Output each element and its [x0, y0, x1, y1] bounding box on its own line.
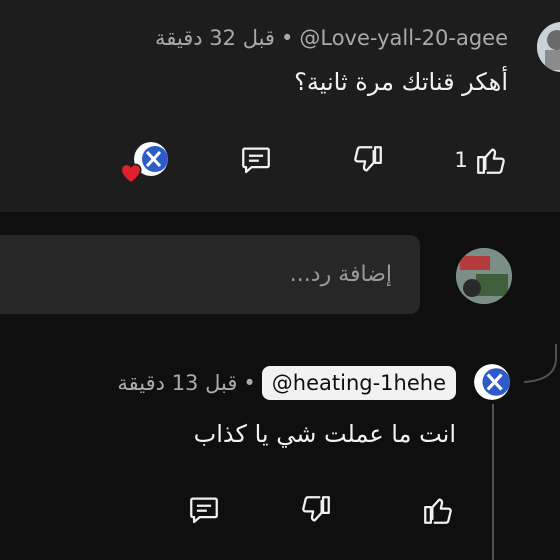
reply-input[interactable]: إضافة رد...	[0, 235, 420, 314]
like-icon	[424, 498, 452, 524]
current-user-avatar-image	[456, 248, 512, 304]
comment-author[interactable]: @Love-yall-20-agee	[299, 26, 508, 50]
mention-chip[interactable]: @heating-1hehe	[261, 366, 456, 400]
reply-avatar-image	[474, 364, 510, 400]
dislike-button[interactable]	[348, 140, 388, 180]
comment-time: قبل 32 دقيقة	[154, 26, 275, 50]
reply-icon	[242, 147, 270, 174]
thread-line	[492, 404, 494, 560]
current-user-avatar	[456, 248, 512, 304]
reply-button[interactable]	[236, 140, 276, 180]
reply-avatar[interactable]	[474, 364, 510, 400]
creator-heart-icon	[120, 163, 142, 184]
reply-meta: قبل 13 دقيقة • @heating-1hehe	[117, 366, 456, 400]
like-icon	[476, 148, 505, 174]
comment-text: أهكر قناتك مرة ثانية؟	[294, 68, 508, 96]
reply-dislike-button[interactable]	[296, 490, 336, 530]
like-count: 1	[454, 148, 468, 172]
reply-time: قبل 13 دقيقة	[117, 371, 238, 395]
reply-reply-button[interactable]	[184, 490, 224, 530]
reply-input-placeholder: إضافة رد...	[289, 262, 392, 287]
reply-icon	[190, 497, 218, 524]
reply-like-button[interactable]	[418, 490, 458, 530]
creator-heart	[118, 140, 170, 186]
meta-separator: •	[280, 26, 294, 50]
dislike-icon	[354, 146, 382, 172]
like-button[interactable]: 1	[450, 140, 512, 180]
comment-meta: قبل 32 دقيقة • @Love-yall-20-agee	[155, 26, 508, 50]
thread-connector	[523, 344, 557, 383]
reply-text: انت ما عملت شي يا كذاب	[193, 420, 456, 448]
meta-separator: •	[243, 371, 256, 395]
dislike-icon	[302, 496, 330, 522]
